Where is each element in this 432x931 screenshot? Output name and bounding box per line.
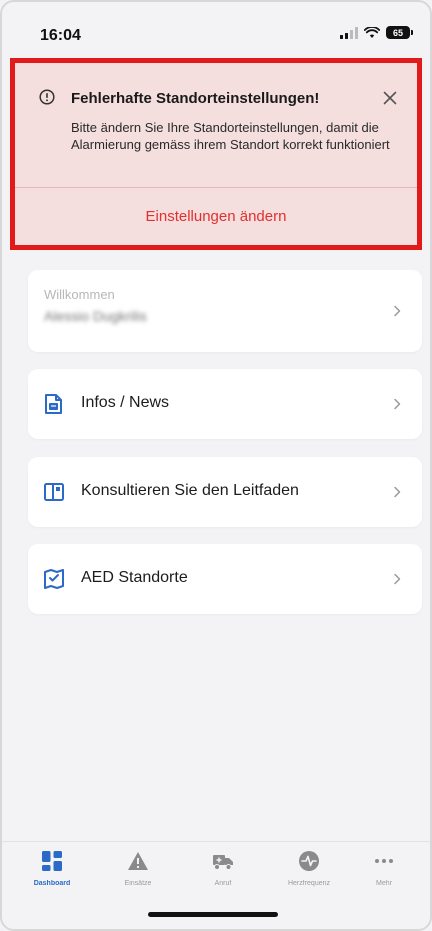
guide-icon [44, 483, 64, 501]
battery-icon: 65 [386, 26, 413, 39]
tab-herzfrequenz[interactable]: Herzfrequenz [269, 850, 349, 898]
tab-anruf[interactable]: Anruf [183, 850, 263, 898]
heartrate-icon [299, 851, 319, 871]
status-bar: 16:04 65 [2, 2, 430, 58]
map-icon [44, 569, 64, 589]
welcome-label: Willkommen [44, 287, 115, 302]
chevron-right-icon [394, 305, 401, 317]
tab-mehr[interactable]: Mehr [344, 850, 424, 898]
menu-item-label: AED Standorte [81, 569, 188, 586]
close-icon [383, 91, 397, 105]
chevron-right-icon [394, 573, 401, 585]
news-icon [45, 394, 62, 414]
tab-label: Einsätze [124, 880, 152, 887]
phone-screen: 16:04 65 Fehlerhafte Standorteinstellung… [0, 0, 432, 931]
truck-icon [213, 855, 233, 870]
menu-item-label: Infos / News [81, 394, 170, 411]
menu-item-guide[interactable]: Konsultieren Sie den Leitfaden [28, 457, 422, 527]
tab-einsaetze[interactable]: Einsätze [98, 850, 178, 898]
chevron-right-icon [394, 398, 401, 410]
menu-item-aed-locations[interactable]: AED Standorte [28, 544, 422, 614]
more-icon [375, 859, 393, 863]
cellular-signal-icon [340, 26, 358, 39]
change-settings-button[interactable]: Einstellungen ändern [15, 188, 417, 245]
warning-icon [128, 852, 148, 870]
tab-label: Mehr [376, 880, 392, 887]
tab-dashboard[interactable]: Dashboard [12, 850, 92, 898]
info-circle-icon [39, 89, 55, 105]
tab-label: Anruf [214, 880, 232, 887]
alert-close-button[interactable] [379, 87, 401, 109]
bottom-tab-bar: Dashboard Einsätze Anruf Herzfrequenz Me… [2, 841, 430, 929]
status-icons: 65 [340, 26, 413, 39]
status-time: 16:04 [40, 27, 81, 44]
dashboard-icon [42, 851, 62, 871]
welcome-card[interactable]: Willkommen Alessio Dugkrilis [28, 270, 422, 352]
tab-label: Dashboard [33, 880, 71, 887]
user-name: Alessio Dugkrilis [44, 308, 147, 324]
chevron-right-icon [394, 486, 401, 498]
wifi-icon [364, 26, 380, 38]
tab-label: Herzfrequenz [287, 880, 331, 887]
menu-item-infos-news[interactable]: Infos / News [28, 369, 422, 439]
home-indicator[interactable] [148, 912, 278, 917]
alert-message: Bitte ändern Sie Ihre Standorteinstellun… [71, 120, 390, 152]
menu-item-label: Konsultieren Sie den Leitfaden [81, 482, 299, 499]
alert-title: Fehlerhafte Standorteinstellungen! [71, 90, 320, 107]
location-error-alert: Fehlerhafte Standorteinstellungen! Bitte… [10, 58, 422, 250]
